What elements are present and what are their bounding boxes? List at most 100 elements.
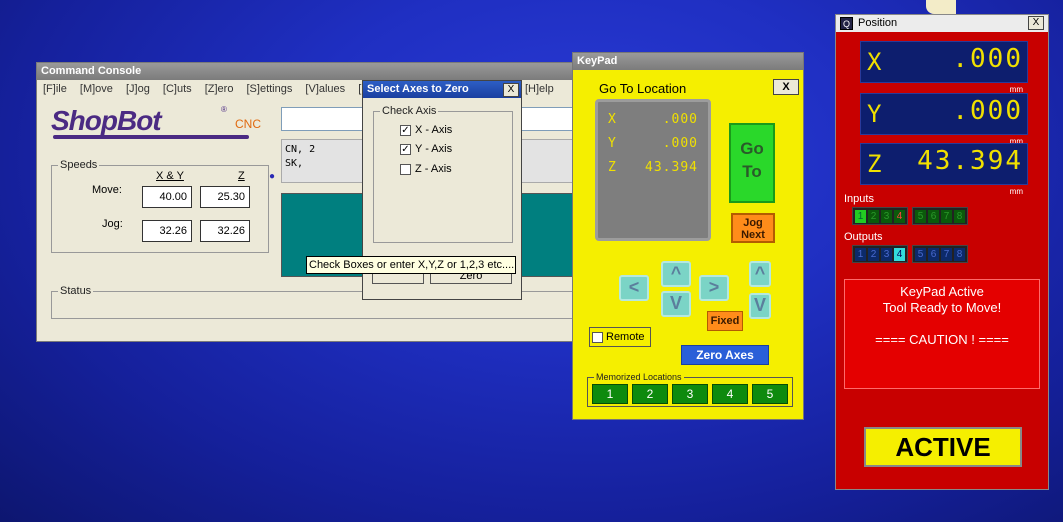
x-readout: X .000 mm xyxy=(860,41,1028,94)
jog-xy-field[interactable]: 32.26 xyxy=(142,220,192,242)
jog-label: Jog: xyxy=(102,218,123,230)
z-axis-checkbox[interactable]: Z - Axis xyxy=(400,163,452,175)
speeds-col-xy: X & Y xyxy=(156,170,184,182)
logo-underline xyxy=(53,135,249,139)
move-xy-field[interactable]: 40.00 xyxy=(142,186,192,208)
z-readout: Z 43.394 mm xyxy=(860,143,1028,196)
memorized-location-3[interactable]: 3 xyxy=(672,384,708,404)
input-indicator: 8 xyxy=(954,210,965,223)
jog-next-line2: Next xyxy=(741,229,765,241)
menu-zero[interactable]: [Z]ero xyxy=(205,83,234,95)
z-unit: mm xyxy=(1009,187,1023,196)
jog-next-button[interactable]: Jog Next xyxy=(731,213,775,243)
status-message-box: KeyPad Active Tool Ready to Move! ==== C… xyxy=(844,279,1040,389)
output-indicator: 2 xyxy=(868,248,879,261)
memorized-location-5[interactable]: 5 xyxy=(752,384,788,404)
kp-value-y[interactable]: .000 xyxy=(663,136,698,151)
y-readout: Y .000 mm xyxy=(860,93,1028,146)
menu-move[interactable]: [M]ove xyxy=(80,83,113,95)
position-window: Position Q X X .000 mm Y .000 mm Z 43.39… xyxy=(835,14,1049,490)
menu-hidden[interactable]: [ xyxy=(358,83,361,95)
kp-value-x[interactable]: .000 xyxy=(663,112,698,127)
y-value: .000 xyxy=(952,96,1023,126)
checkbox-box[interactable]: ✓ xyxy=(400,143,411,155)
caution-line: ==== CAUTION ! ==== xyxy=(875,332,1009,347)
z-down-icon[interactable]: V xyxy=(749,293,771,319)
z-up-icon[interactable]: ^ xyxy=(749,261,771,287)
position-title: Position xyxy=(836,15,1048,32)
check-axis-group: Check Axis ✓ X - Axis ✓ Y - Axis Z - Axis xyxy=(373,105,513,243)
input-indicator: 4 xyxy=(894,210,905,223)
kp-value-z[interactable]: 43.394 xyxy=(645,160,698,175)
jog-next-line1: Jog xyxy=(743,217,763,229)
memorized-location-2[interactable]: 2 xyxy=(632,384,668,404)
memorized-location-4[interactable]: 4 xyxy=(712,384,748,404)
z-value: 43.394 xyxy=(917,146,1023,176)
kp-axis-y: Y xyxy=(608,136,616,151)
axes-tooltip: Check Boxes or enter X,Y,Z or 1,2,3 etc.… xyxy=(306,256,516,274)
input-indicator: 1 xyxy=(855,210,866,223)
arrow-left-icon[interactable]: < xyxy=(619,275,649,301)
menu-cuts[interactable]: [C]uts xyxy=(163,83,192,95)
remote-checkbox[interactable]: Remote xyxy=(589,327,651,347)
menu-jog[interactable]: [J]og xyxy=(126,83,150,95)
checkbox-box[interactable] xyxy=(400,163,411,175)
keypad-window: KeyPad Go To Location X X .000 Y .000 Z … xyxy=(572,52,804,420)
inputs-group-b: 5 6 7 8 xyxy=(912,207,968,225)
y-axis-label: Y - Axis xyxy=(415,143,453,155)
menu-values[interactable]: [V]alues xyxy=(305,83,345,95)
keypad-location-display: X .000 Y .000 Z 43.394 xyxy=(595,99,711,241)
x-axis-checkbox[interactable]: ✓ X - Axis xyxy=(400,124,452,136)
arrow-down-icon[interactable]: V xyxy=(661,291,691,317)
inputs-group-a: 1 2 3 4 xyxy=(852,207,908,225)
output-indicator: 5 xyxy=(915,248,926,261)
output-indicator: 4 xyxy=(894,248,905,261)
y-axis-letter: Y xyxy=(867,100,882,128)
axes-dialog-title: Select Axes to Zero xyxy=(363,81,521,98)
outputs-group-a: 1 2 3 4 xyxy=(852,245,908,263)
desktop-note-corner xyxy=(926,0,956,14)
x-value: .000 xyxy=(952,44,1023,74)
logo-cnc: CNC xyxy=(235,117,261,131)
speeds-group: Speeds X & Y Z Move: Jog: 40.00 25.30 32… xyxy=(51,159,269,253)
memorized-location-1[interactable]: 1 xyxy=(592,384,628,404)
x-axis-letter: X xyxy=(867,48,882,76)
menu-help[interactable]: [H]elp xyxy=(525,80,554,98)
keypad-title: KeyPad xyxy=(573,53,803,70)
logo-registered-mark: ® xyxy=(221,105,227,114)
y-axis-checkbox[interactable]: ✓ Y - Axis xyxy=(400,143,452,155)
go-to-button[interactable]: Go To xyxy=(729,123,775,203)
memorized-locations-group: Memorized Locations 1 2 3 4 5 xyxy=(587,372,793,407)
menu-settings[interactable]: [S]ettings xyxy=(247,83,293,95)
memorized-legend: Memorized Locations xyxy=(594,372,684,382)
bullet-icon: ● xyxy=(269,171,276,182)
output-indicator: 3 xyxy=(881,248,892,261)
arrow-right-icon[interactable]: > xyxy=(699,275,729,301)
speeds-legend: Speeds xyxy=(58,159,100,171)
kp-axis-x: X xyxy=(608,112,616,127)
checkbox-box[interactable]: ✓ xyxy=(400,124,411,136)
zero-axes-button[interactable]: Zero Axes xyxy=(681,345,769,365)
remote-checkbox-box[interactable] xyxy=(592,331,603,343)
output-indicator: 8 xyxy=(954,248,965,261)
axes-dialog-close-button[interactable]: X xyxy=(503,83,519,97)
console-title: Command Console xyxy=(37,63,595,80)
fixed-button[interactable]: Fixed xyxy=(707,311,743,331)
active-button[interactable]: ACTIVE xyxy=(864,427,1022,467)
z-axis-letter: Z xyxy=(867,150,882,178)
menu-file[interactable]: [F]ile xyxy=(43,83,67,95)
position-close-button[interactable]: X xyxy=(1028,16,1044,30)
outputs-group-b: 5 6 7 8 xyxy=(912,245,968,263)
z-axis-label: Z - Axis xyxy=(415,163,452,175)
arrow-up-icon[interactable]: ^ xyxy=(661,261,691,287)
output-indicator: 7 xyxy=(941,248,952,261)
shopbot-logo: ShopBot ® CNC xyxy=(51,105,261,139)
input-indicator: 3 xyxy=(881,210,892,223)
move-z-field[interactable]: 25.30 xyxy=(200,186,250,208)
input-indicator: 7 xyxy=(941,210,952,223)
status-legend: Status xyxy=(58,285,94,297)
logo-brand: ShopBot xyxy=(51,105,162,136)
keypad-close-button[interactable]: X xyxy=(773,79,799,95)
jog-z-field[interactable]: 32.26 xyxy=(200,220,250,242)
